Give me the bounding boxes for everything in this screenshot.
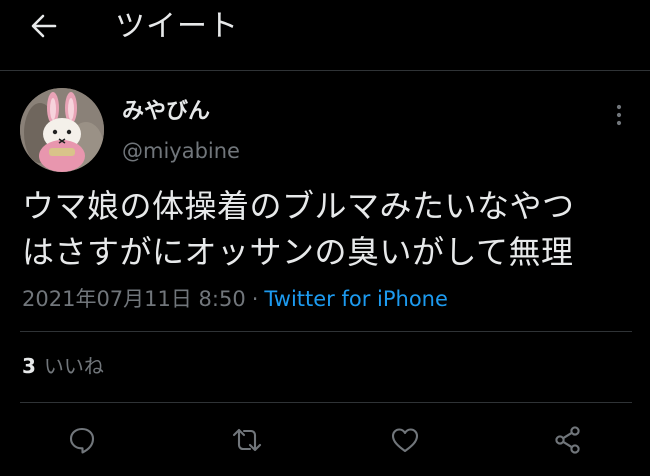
page-title: ツイート	[115, 9, 239, 44]
tweet-text-line: ウマ娘の体操着のブルマみたいなやつ	[22, 187, 575, 225]
divider	[20, 331, 632, 332]
tweet-text: ウマ娘の体操着のブルマみたいなやつ はさすがにオッサンの臭いがして無理	[22, 183, 632, 275]
bunny-plush-avatar	[20, 88, 104, 172]
top-bar: ツイート	[0, 0, 650, 71]
avatar[interactable]	[20, 88, 104, 172]
tweet-text-line: はさすがにオッサンの臭いがして無理	[22, 233, 574, 271]
likes-count: 3	[22, 354, 36, 378]
tweet-meta: 2021年07月11日 8:50 · Twitter for iPhone	[22, 285, 448, 313]
reply-button[interactable]	[64, 422, 100, 458]
likes-summary[interactable]: 3 いいね	[22, 352, 104, 380]
share-button[interactable]	[550, 422, 586, 458]
more-vertical-icon	[616, 104, 622, 126]
more-options-button[interactable]	[606, 102, 632, 128]
meta-separator: ·	[251, 287, 259, 311]
arrow-left-icon	[31, 14, 57, 38]
retweet-icon	[232, 428, 262, 452]
back-button[interactable]	[28, 10, 60, 42]
divider	[20, 402, 632, 403]
retweet-button[interactable]	[229, 422, 265, 458]
likes-label: いいね	[43, 354, 104, 378]
share-icon	[555, 426, 580, 454]
tweet-source-link[interactable]: Twitter for iPhone	[264, 287, 448, 311]
like-button[interactable]	[387, 422, 423, 458]
author-handle[interactable]: @miyabine	[122, 138, 240, 164]
reply-icon	[69, 427, 95, 454]
author-display-name[interactable]: みやびん	[122, 98, 210, 126]
tweet-timestamp[interactable]: 2021年07月11日 8:50	[22, 287, 246, 311]
heart-icon	[391, 428, 419, 453]
